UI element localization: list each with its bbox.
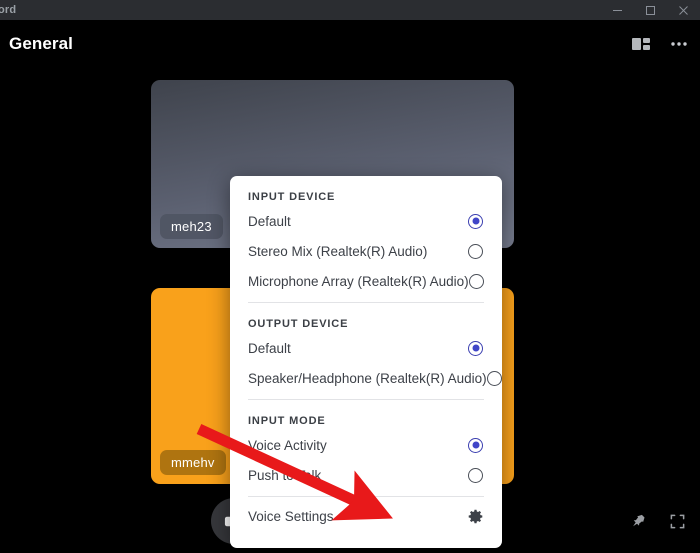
radio-input-default[interactable] [468, 213, 483, 229]
more-options-icon [671, 42, 687, 46]
participant-name: meh23 [160, 214, 223, 239]
channel-header: General [0, 20, 700, 68]
title-bar-drag-region[interactable] [16, 0, 601, 20]
video-stage: meh23 mmehv INPUT DEVICE Default Stereo … [0, 68, 700, 548]
menu-item-voice-settings[interactable]: Voice Settings [248, 497, 484, 535]
grid-view-icon [632, 38, 650, 50]
radio-input-stereo-mix[interactable] [468, 243, 483, 259]
menu-item-output-speaker-headphone[interactable]: Speaker/Headphone (Realtek(R) Audio) [248, 363, 502, 393]
pin-icon [632, 514, 645, 526]
radio-push-to-talk[interactable] [468, 467, 483, 483]
more-options-button[interactable] [662, 27, 696, 61]
menu-item-label: Microphone Array (Realtek(R) Audio) [248, 273, 469, 289]
section-header-input-device: INPUT DEVICE [248, 191, 336, 203]
maximize-button[interactable] [634, 0, 667, 20]
radio-output-default[interactable] [468, 340, 483, 356]
grid-view-button[interactable] [624, 27, 658, 61]
menu-item-input-microphone-array[interactable]: Microphone Array (Realtek(R) Audio) [248, 266, 484, 296]
window-title: ord [0, 4, 17, 16]
page-title: General [9, 34, 74, 53]
menu-item-output-default[interactable]: Default [248, 333, 484, 363]
menu-item-label: Default [248, 213, 291, 229]
section-header-input-mode: INPUT MODE [248, 415, 326, 427]
menu-item-label: Push to Talk [248, 467, 322, 483]
menu-item-label: Voice Settings [248, 508, 334, 524]
minimize-icon [613, 9, 622, 11]
menu-item-label: Speaker/Headphone (Realtek(R) Audio) [248, 370, 487, 386]
fullscreen-button[interactable] [663, 507, 691, 535]
radio-voice-activity[interactable] [468, 437, 483, 453]
minimize-button[interactable] [601, 0, 634, 20]
menu-item-push-to-talk[interactable]: Push to Talk [248, 460, 484, 490]
participant-name: mmehv [160, 450, 226, 475]
maximize-icon [646, 5, 655, 15]
audio-settings-popup: INPUT DEVICE Default Stereo Mix (Realtek… [230, 176, 502, 548]
radio-output-speaker-headphone[interactable] [486, 370, 502, 386]
menu-item-label: Default [248, 340, 291, 356]
section-header-output-device: OUTPUT DEVICE [248, 318, 349, 330]
gear-icon[interactable] [467, 508, 484, 525]
menu-item-input-stereo-mix[interactable]: Stereo Mix (Realtek(R) Audio) [248, 236, 484, 266]
close-icon [679, 5, 688, 15]
menu-item-label: Stereo Mix (Realtek(R) Audio) [248, 243, 428, 259]
menu-item-voice-activity[interactable]: Voice Activity [248, 430, 484, 460]
window-title-bar: ord [0, 0, 700, 20]
menu-item-input-default[interactable]: Default [248, 206, 484, 236]
fullscreen-icon [670, 514, 684, 528]
pin-call-button[interactable] [625, 507, 653, 535]
menu-item-label: Voice Activity [248, 437, 327, 453]
radio-input-microphone-array[interactable] [468, 273, 484, 289]
close-button[interactable] [667, 0, 700, 20]
